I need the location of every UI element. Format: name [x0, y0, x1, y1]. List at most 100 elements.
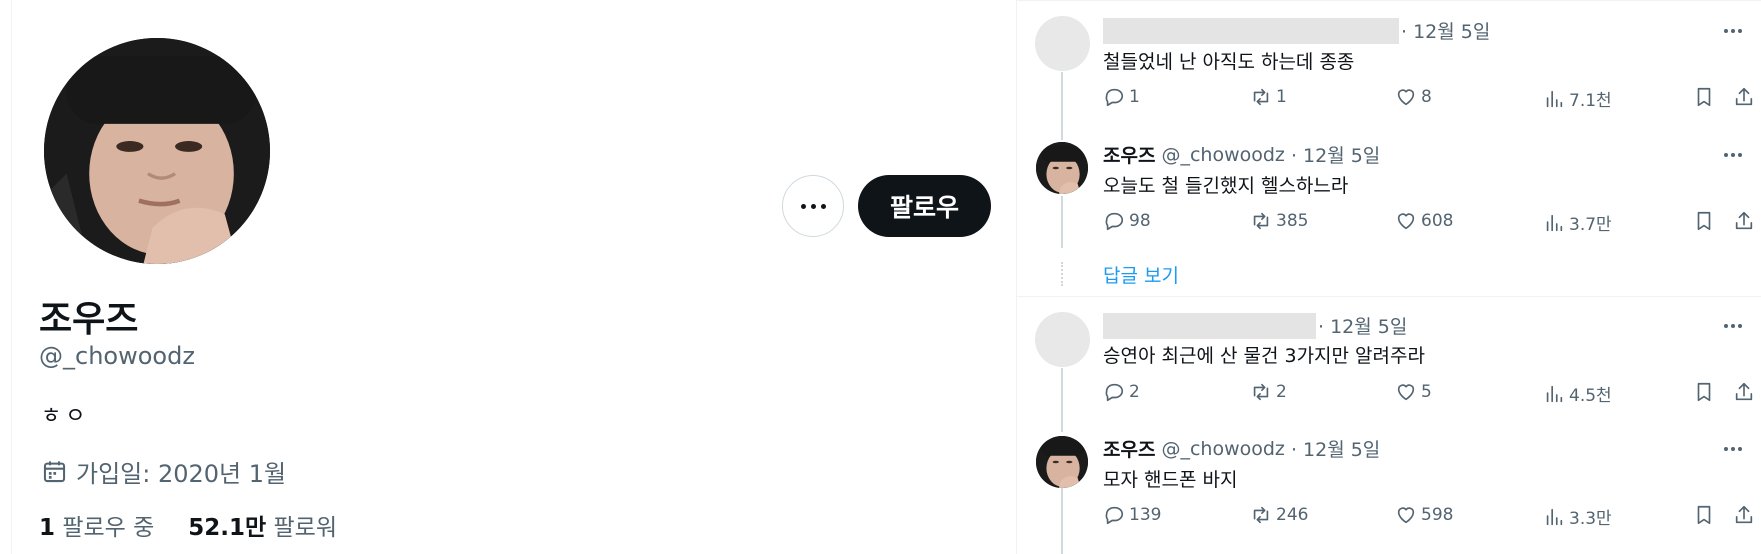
share-button[interactable]	[1733, 210, 1755, 232]
tweet-author-name[interactable]: 조우즈	[1103, 435, 1155, 462]
views-count: 4.5천	[1569, 386, 1612, 406]
reply-button[interactable]: 1	[1103, 86, 1140, 108]
retweet-count: 2	[1276, 382, 1287, 402]
like-button[interactable]: 598	[1395, 504, 1453, 526]
tweet-text: 오늘도 철 들긴했지 헬스하느라	[1103, 175, 1349, 197]
reply-author-avatar[interactable]	[1035, 16, 1090, 71]
profile-avatar[interactable]	[44, 38, 270, 264]
tweet-more-button[interactable]	[1724, 150, 1748, 160]
reply-author-avatar[interactable]	[1035, 312, 1090, 367]
tweet-header: 조우즈 @_chowoodz · 12월 5일	[1103, 141, 1380, 168]
views-count: 3.7만	[1569, 215, 1612, 235]
bookmark-button[interactable]	[1693, 210, 1715, 232]
tweet-text: 승연아 최근에 산 물건 3가지만 알려주라	[1103, 345, 1425, 367]
views-icon	[1546, 214, 1563, 231]
tweet-more-button[interactable]	[1724, 321, 1748, 331]
bookmark-button[interactable]	[1693, 504, 1715, 526]
following-link[interactable]: 1 팔로우 중	[39, 508, 154, 542]
views-count: 7.1천	[1569, 91, 1612, 111]
tweet-more-button[interactable]	[1724, 26, 1748, 36]
profile-joined: 가입일: 2020년 1월	[41, 454, 286, 489]
heart-icon	[1397, 384, 1415, 401]
retweet-button[interactable]: 385	[1250, 210, 1308, 232]
retweet-button[interactable]: 1	[1250, 86, 1287, 108]
reply-button[interactable]: 98	[1103, 210, 1151, 232]
tweet-actions: 1 1 8 7.1천	[1103, 86, 1753, 116]
tweet-author-handle[interactable]: @_chowoodz	[1161, 438, 1284, 460]
tweet-date[interactable]: · 12월 5일	[1318, 312, 1407, 339]
tweet-date[interactable]: · 12월 5일	[1291, 141, 1380, 168]
tweet-date[interactable]: · 12월 5일	[1291, 435, 1380, 462]
profile-stats: 1 팔로우 중 52.1만 팔로워	[39, 508, 337, 542]
follow-button[interactable]: 팔로우	[858, 175, 991, 237]
tweet-actions: 98 385 608 3.7만	[1103, 210, 1753, 240]
bookmark-button[interactable]	[1693, 86, 1715, 108]
avatar-photo	[1036, 436, 1088, 488]
heart-icon	[1397, 213, 1415, 230]
reply-icon	[1105, 383, 1124, 402]
tweet-more-button[interactable]	[1724, 444, 1748, 454]
share-button[interactable]	[1733, 86, 1755, 108]
bookmark-icon	[1697, 382, 1711, 402]
calendar-icon	[43, 461, 66, 483]
divider	[1017, 296, 1761, 297]
reply-count: 1	[1129, 87, 1140, 107]
like-button[interactable]: 5	[1395, 381, 1432, 403]
tweet-author-name[interactable]: 조우즈	[1103, 141, 1155, 168]
views-icon	[1546, 90, 1563, 107]
retweet-icon	[1253, 506, 1269, 524]
like-count: 8	[1421, 87, 1432, 107]
following-count: 1	[39, 515, 56, 541]
tweet-date[interactable]: · 12월 5일	[1401, 17, 1490, 44]
show-replies-link[interactable]: 답글 보기	[1103, 261, 1179, 288]
profile-display-name: 조우즈	[39, 299, 139, 340]
author-avatar[interactable]	[1036, 142, 1088, 194]
tweet-header: 조우즈 @_chowoodz · 12월 5일	[1103, 435, 1380, 462]
bookmark-icon	[1697, 505, 1711, 525]
views-button[interactable]: 4.5천	[1543, 381, 1612, 406]
tweet-text: 모자 핸드폰 바지	[1103, 469, 1238, 491]
heart-icon	[1397, 507, 1415, 524]
reply-icon	[1105, 88, 1124, 107]
profile-handle: @_chowoodz	[39, 342, 195, 370]
reply-count: 2	[1129, 382, 1140, 402]
share-icon	[1735, 87, 1753, 106]
profile-more-button[interactable]	[782, 175, 844, 237]
like-button[interactable]: 608	[1395, 210, 1453, 232]
column-border	[11, 0, 12, 554]
retweet-button[interactable]: 246	[1250, 504, 1308, 526]
retweet-count: 246	[1276, 505, 1309, 525]
retweet-icon	[1253, 212, 1269, 230]
retweet-count: 385	[1276, 211, 1309, 231]
tweet-author-handle[interactable]: @_chowoodz	[1161, 144, 1284, 166]
thread-connector	[1061, 488, 1063, 554]
views-icon	[1546, 508, 1563, 525]
tweet-text: 철들었네 난 아직도 하는데 종종	[1103, 51, 1355, 73]
retweet-icon	[1253, 383, 1269, 401]
share-icon	[1735, 382, 1753, 401]
redacted-author	[1103, 17, 1399, 44]
views-button[interactable]: 3.3만	[1543, 504, 1612, 529]
tweet-actions: 139 246 598 3.3만	[1103, 504, 1753, 534]
views-button[interactable]: 7.1천	[1543, 86, 1612, 111]
author-avatar[interactable]	[1036, 436, 1088, 488]
bookmark-icon	[1697, 211, 1711, 231]
column-border	[1016, 0, 1017, 554]
followers-link[interactable]: 52.1만 팔로워	[188, 508, 337, 542]
like-count: 598	[1421, 505, 1454, 525]
share-button[interactable]	[1733, 504, 1755, 526]
share-icon	[1735, 505, 1753, 524]
tweet-actions: 2 2 5 4.5천	[1103, 381, 1753, 411]
thread-connector	[1061, 196, 1063, 248]
share-icon	[1735, 211, 1753, 230]
reply-button[interactable]: 2	[1103, 381, 1140, 403]
share-button[interactable]	[1733, 381, 1755, 403]
followers-count: 52.1만	[188, 515, 267, 541]
views-button[interactable]: 3.7만	[1543, 210, 1612, 235]
followers-label: 팔로워	[273, 515, 337, 541]
retweet-button[interactable]: 2	[1250, 381, 1287, 403]
reply-button[interactable]: 139	[1103, 504, 1161, 526]
bookmark-button[interactable]	[1693, 381, 1715, 403]
like-button[interactable]: 8	[1395, 86, 1432, 108]
retweet-count: 1	[1276, 87, 1287, 107]
